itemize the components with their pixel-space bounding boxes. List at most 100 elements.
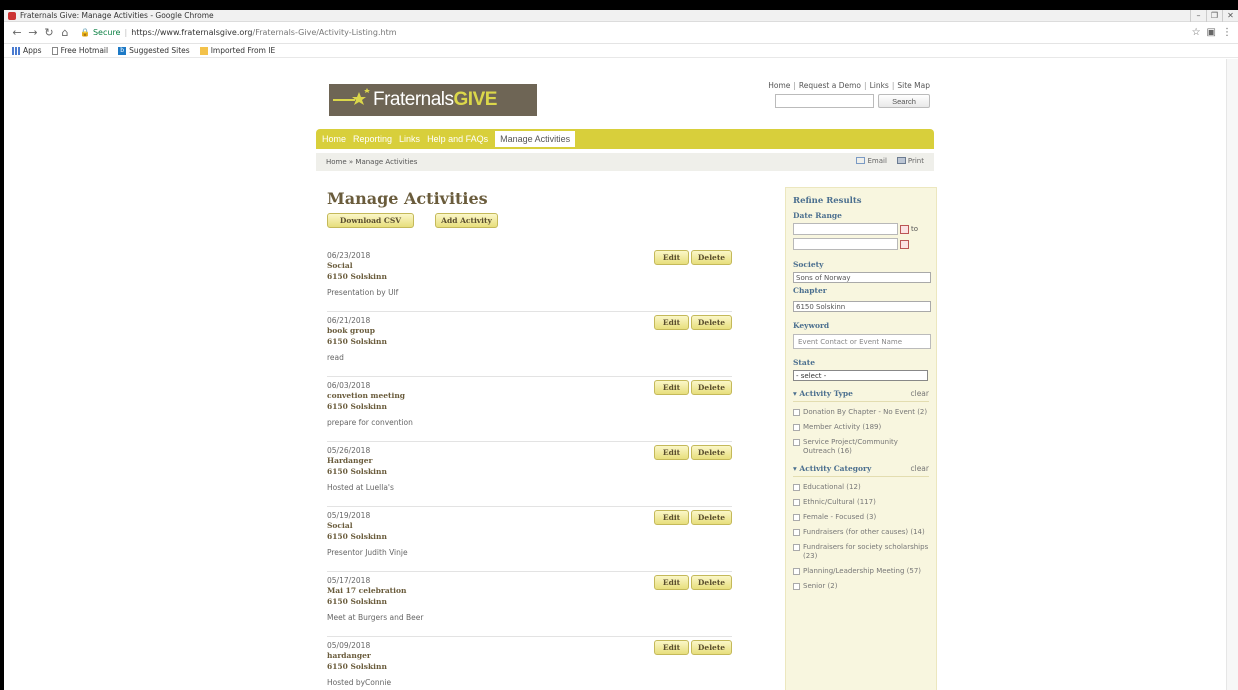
search-input[interactable] [775,94,874,108]
delete-button[interactable]: Delete [691,575,732,590]
edit-button[interactable]: Edit [654,315,689,330]
checkbox[interactable] [793,568,800,575]
activity-category-toggle[interactable]: ▾ Activity Category [793,464,871,473]
checkbox[interactable] [793,439,800,446]
checkbox[interactable] [793,484,800,491]
restore-icon[interactable]: ❐ [1206,10,1222,22]
download-csv-button[interactable]: Download CSV [327,213,414,228]
activity-item: 06/23/2018 Social 6150 Solskinn Presenta… [327,247,732,312]
checkbox[interactable] [793,544,800,551]
activity-category-clear[interactable]: clear [910,464,929,473]
fraternals-give-logo[interactable]: FraternalsGIVE [329,84,537,116]
nav-links[interactable]: Links [399,134,420,144]
menu-icon[interactable]: ⋮ [1222,27,1232,38]
society-label: Society [793,260,824,269]
address-row: ← → ↻ ⌂ 🔒 Secure | https://www.fraternal… [4,22,1238,44]
bookmark-apps[interactable]: Apps [12,46,42,55]
activity-type-option[interactable]: Donation By Chapter - No Event (2) [793,408,929,417]
activity-category-option[interactable]: Educational (12) [793,483,929,492]
print-link[interactable]: Print [896,157,924,165]
delete-button[interactable]: Delete [691,640,732,655]
checkbox[interactable] [793,499,800,506]
back-arrow-icon[interactable]: ← [10,26,24,39]
checkbox[interactable] [793,409,800,416]
delete-button[interactable]: Delete [691,315,732,330]
delete-button[interactable]: Delete [691,510,732,525]
activity-category-option[interactable]: Senior (2) [793,582,929,591]
activity-category-option[interactable]: Planning/Leadership Meeting (57) [793,567,929,576]
edit-button[interactable]: Edit [654,380,689,395]
top-link-site-map[interactable]: Site Map [897,81,930,90]
calendar-icon[interactable] [900,239,909,249]
email-link[interactable]: Email [856,157,887,165]
activity-type-clear[interactable]: clear [910,389,929,398]
nav-reporting[interactable]: Reporting [353,134,392,144]
reload-icon[interactable]: ↻ [42,26,56,39]
breadcrumb-text[interactable]: Home » Manage Activities [326,158,417,166]
print-icon [896,157,906,164]
activity-category-header: ▾ Activity Category clear [793,464,929,473]
window-title: Fraternals Give: Manage Activities - Goo… [20,11,214,20]
date-to-input[interactable] [793,238,898,250]
activity-type-option[interactable]: Member Activity (189) [793,423,929,432]
top-link-home[interactable]: Home [768,81,790,90]
home-icon[interactable]: ⌂ [58,26,72,39]
bookmark-star-icon[interactable]: ☆ [1192,27,1201,38]
vertical-scrollbar[interactable] [1226,59,1238,690]
activity-type-option[interactable]: Service Project/Community Outreach (16) [793,438,929,456]
activity-type-header: ▾ Activity Type clear [793,389,929,398]
activity-type-toggle[interactable]: ▾ Activity Type [793,389,853,398]
nav-manage-activities[interactable]: Manage Activities [495,131,576,147]
nav-help-faqs[interactable]: Help and FAQs [427,134,488,144]
edit-button[interactable]: Edit [654,445,689,460]
option-label: Fundraisers (for other causes) (14) [803,528,925,536]
utility-links: Home | Request a Demo | Links | Site Map [768,81,930,90]
page-title: Manage Activities [327,189,488,208]
activity-category-option[interactable]: Fundraisers for society scholarships (23… [793,543,929,561]
top-link-links[interactable]: Links [870,81,889,90]
activity-category-option[interactable]: Female - Focused (3) [793,513,929,522]
checkbox[interactable] [793,514,800,521]
extension-icon[interactable]: ▣ [1207,27,1216,38]
edit-button[interactable]: Edit [654,575,689,590]
address-bar[interactable]: 🔒 Secure | https://www.fraternalsgive.or… [80,25,1192,41]
logo-give: GIVE [453,89,498,110]
activity-chapter: 6150 Solskinn [327,402,387,411]
checkbox[interactable] [793,583,800,590]
option-label: Service Project/Community Outreach (16) [803,438,898,455]
activity-item: 05/19/2018 Social 6150 Solskinn Presento… [327,507,732,572]
edit-button[interactable]: Edit [654,640,689,655]
toolbar-right-icons: ☆ ▣ ⋮ [1192,27,1232,38]
top-link-request-demo[interactable]: Request a Demo [799,81,861,90]
keyword-input[interactable]: Event Contact or Event Name [793,334,931,349]
apps-grid-icon [12,46,20,55]
checkbox[interactable] [793,529,800,536]
activity-category-option[interactable]: Fundraisers (for other causes) (14) [793,528,929,537]
bookmark-imported-from-ie[interactable]: Imported From IE [199,46,275,55]
option-label: Donation By Chapter - No Event (2) [803,408,928,416]
date-from-input[interactable] [793,223,898,235]
nav-home[interactable]: Home [322,134,346,144]
close-icon[interactable]: ✕ [1222,10,1238,22]
delete-button[interactable]: Delete [691,250,732,265]
delete-button[interactable]: Delete [691,380,732,395]
url-host: https://www.fraternalsgive.org [131,28,253,37]
delete-button[interactable]: Delete [691,445,732,460]
bookmark-label: Suggested Sites [129,46,190,55]
bookmark-suggested-sites[interactable]: b Suggested Sites [118,46,190,55]
state-select[interactable]: - select - [793,370,928,381]
society-field[interactable]: Sons of Norway [793,272,931,283]
checkbox[interactable] [793,424,800,431]
chapter-field[interactable]: 6150 Solskinn [793,301,931,312]
bookmark-free-hotmail[interactable]: Free Hotmail [51,46,108,55]
calendar-icon[interactable] [900,224,909,234]
add-activity-button[interactable]: Add Activity [435,213,498,228]
edit-button[interactable]: Edit [654,510,689,525]
activity-description: Presentation by Ulf [327,288,399,297]
activity-category-option[interactable]: Ethnic/Cultural (117) [793,498,929,507]
search-button[interactable]: Search [878,94,930,108]
site-search: Search [775,94,930,108]
edit-button[interactable]: Edit [654,250,689,265]
minimize-icon[interactable]: – [1190,10,1206,22]
forward-arrow-icon[interactable]: → [26,26,40,39]
